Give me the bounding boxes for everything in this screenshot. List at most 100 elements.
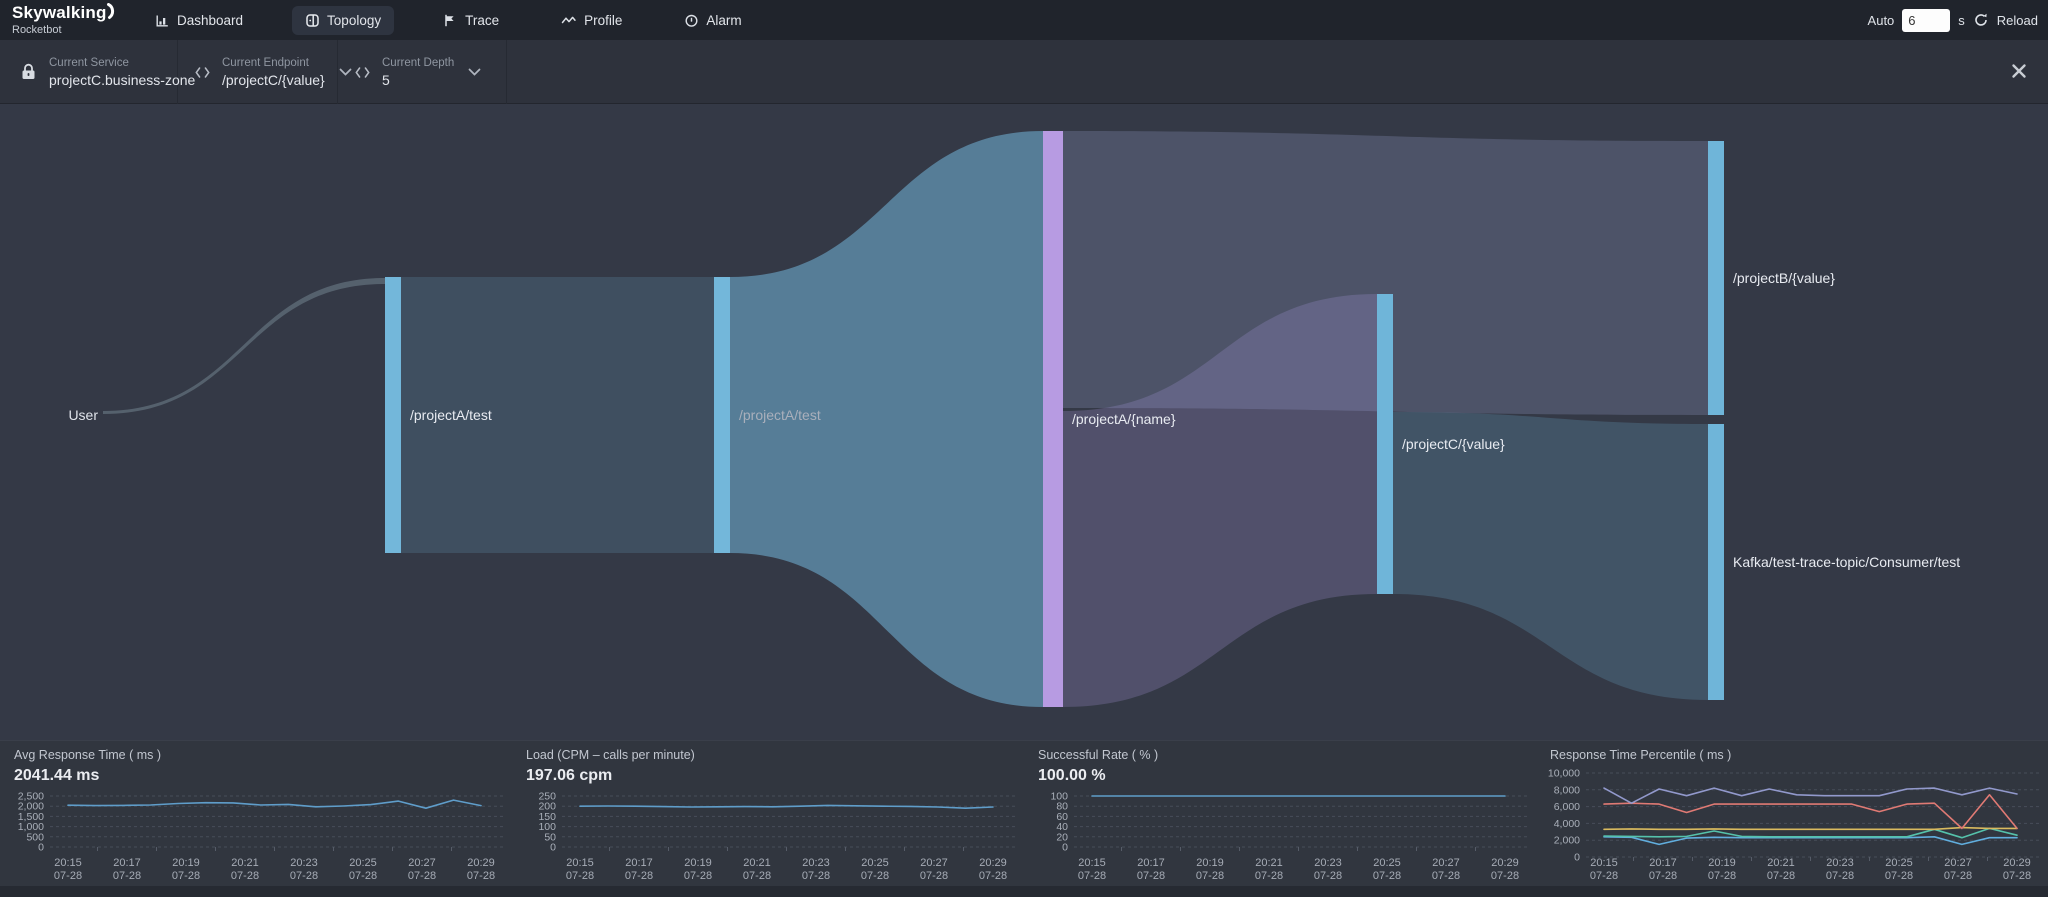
x-axis-date-label: 07-28: [1826, 870, 1854, 882]
y-axis-tick-label: 2,000: [1554, 835, 1580, 847]
sankey-node-label: User: [68, 407, 98, 423]
auto-label: Auto: [1868, 13, 1895, 28]
sankey-link[interactable]: [103, 278, 385, 414]
current-endpoint-section[interactable]: Current Endpoint /projectC/{value}: [178, 40, 338, 104]
x-axis-date-label: 07-28: [802, 870, 830, 882]
y-axis-tick-label: 0: [1574, 852, 1580, 864]
topology-filter-bar: Current Service projectC.business-zone C…: [0, 40, 2048, 104]
metrics-panel-strip: Avg Response Time ( ms ) 2041.44 ms 2,50…: [0, 740, 2048, 886]
x-axis-date-label: 07-28: [1767, 870, 1795, 882]
current-service-value: projectC.business-zone: [49, 72, 195, 88]
chart-panel-avg-response-time: Avg Response Time ( ms ) 2041.44 ms 2,50…: [0, 741, 512, 887]
x-axis-tick-label: 20:21: [231, 857, 259, 869]
x-axis-tick-label: 20:19: [1196, 857, 1224, 869]
skywalking-topology-page: Skywalking Rocketbot Dashboard Topology …: [0, 0, 2048, 897]
x-axis-tick-label: 20:17: [1137, 857, 1165, 869]
tab-label: Profile: [584, 13, 622, 28]
sankey-node-label: Kafka/test-trace-topic/Consumer/test: [1733, 554, 1960, 570]
logo-text: Skywalking: [12, 3, 107, 23]
x-axis-tick-label: 20:15: [1078, 857, 1106, 869]
sankey-node-a-name[interactable]: [1043, 131, 1063, 707]
reload-icon[interactable]: [1973, 12, 1989, 28]
x-axis-tick-label: 20:19: [684, 857, 712, 869]
sankey-node-a-test-1[interactable]: [385, 277, 401, 553]
x-axis-date-label: 07-28: [1373, 870, 1401, 882]
x-axis-date-label: 07-28: [1944, 870, 1972, 882]
series-line-load-cpm: [580, 805, 993, 808]
x-axis-date-label: 07-28: [408, 870, 436, 882]
x-axis-tick-label: 20:23: [1826, 857, 1854, 869]
x-axis-tick-label: 20:17: [1649, 857, 1677, 869]
x-axis-date-label: 07-28: [1196, 870, 1224, 882]
sankey-node-kafka[interactable]: [1708, 424, 1724, 700]
series-line-avg-response-time: [68, 800, 481, 808]
profile-icon: [561, 13, 577, 28]
x-axis-date-label: 07-28: [1314, 870, 1342, 882]
sankey-node-c-value[interactable]: [1377, 294, 1393, 594]
x-axis-date-label: 07-28: [54, 870, 82, 882]
alarm-icon: [684, 13, 699, 28]
y-axis-tick-label: 0: [38, 842, 44, 854]
logo-subtitle: Rocketbot: [12, 24, 119, 36]
sankey-node-label: /projectA/test: [410, 407, 492, 423]
x-axis-date-label: 07-28: [1885, 870, 1913, 882]
tab-label: Alarm: [706, 13, 741, 28]
x-axis-date-label: 07-28: [172, 870, 200, 882]
x-axis-tick-label: 20:15: [1590, 857, 1618, 869]
x-axis-tick-label: 20:25: [349, 857, 377, 869]
filter-label: Current Depth: [382, 57, 454, 69]
x-axis-tick-label: 20:29: [2003, 857, 2031, 869]
x-axis-tick-label: 20:27: [1944, 857, 1972, 869]
x-axis-date-label: 07-28: [743, 870, 771, 882]
x-axis-tick-label: 20:29: [979, 857, 1007, 869]
x-axis-tick-label: 20:15: [54, 857, 82, 869]
y-axis-tick-label: 6,000: [1554, 801, 1580, 813]
x-axis-date-label: 07-28: [1137, 870, 1165, 882]
auto-interval-input[interactable]: [1902, 9, 1950, 32]
skywalking-logo: Skywalking Rocketbot: [12, 3, 119, 36]
sankey-node-b-value[interactable]: [1708, 141, 1724, 415]
x-axis-tick-label: 20:27: [1432, 857, 1460, 869]
x-axis-tick-label: 20:29: [1491, 857, 1519, 869]
reload-label[interactable]: Reload: [1997, 13, 2038, 28]
sankey-link[interactable]: [1393, 412, 1708, 700]
logo-swoosh-icon: [106, 3, 119, 25]
tab-trace[interactable]: Trace: [430, 6, 512, 35]
code-icon: [355, 66, 370, 79]
x-axis-date-label: 07-28: [113, 870, 141, 882]
current-depth-section[interactable]: Current Depth 5: [338, 40, 507, 104]
x-axis-date-label: 07-28: [566, 870, 594, 882]
current-depth-value: 5: [382, 72, 454, 88]
chevron-down-icon[interactable]: [468, 68, 481, 77]
current-service-section[interactable]: Current Service projectC.business-zone: [0, 40, 178, 104]
tab-dashboard[interactable]: Dashboard: [142, 6, 256, 35]
close-icon[interactable]: [2010, 62, 2030, 82]
trace-icon: [443, 13, 458, 28]
endpoint-dependency-sankey: User/projectA/test/projectA/test/project…: [0, 104, 2048, 740]
tab-topology[interactable]: Topology: [292, 6, 394, 35]
tab-label: Dashboard: [177, 13, 243, 28]
sankey-node-a-test-2[interactable]: [714, 277, 730, 553]
y-axis-tick-label: 0: [1062, 842, 1068, 854]
top-nav: Skywalking Rocketbot Dashboard Topology …: [0, 0, 2048, 40]
x-axis-date-label: 07-28: [920, 870, 948, 882]
x-axis-date-label: 07-28: [231, 870, 259, 882]
x-axis-date-label: 07-28: [467, 870, 495, 882]
x-axis-tick-label: 20:29: [467, 857, 495, 869]
tab-label: Trace: [465, 13, 499, 28]
nav-right-controls: Auto s Reload: [1868, 0, 2038, 40]
x-axis-tick-label: 20:21: [1767, 857, 1795, 869]
sankey-node-label: /projectA/test: [739, 407, 821, 423]
x-axis-date-label: 07-28: [1491, 870, 1519, 882]
nav-tabs: Dashboard Topology Trace Profile Alarm: [142, 0, 755, 40]
x-axis-tick-label: 20:23: [290, 857, 318, 869]
sankey-node-label: /projectC/{value}: [1402, 436, 1505, 452]
x-axis-date-label: 07-28: [979, 870, 1007, 882]
chart-panel-successful-rate: Successful Rate ( % ) 100.00 % 100806040…: [1024, 741, 1536, 887]
x-axis-date-label: 07-28: [1708, 870, 1736, 882]
x-axis-tick-label: 20:27: [920, 857, 948, 869]
tab-alarm[interactable]: Alarm: [671, 6, 754, 35]
sankey-node-label: /projectA/{name}: [1072, 411, 1176, 427]
tab-profile[interactable]: Profile: [548, 6, 635, 35]
x-axis-tick-label: 20:17: [113, 857, 141, 869]
